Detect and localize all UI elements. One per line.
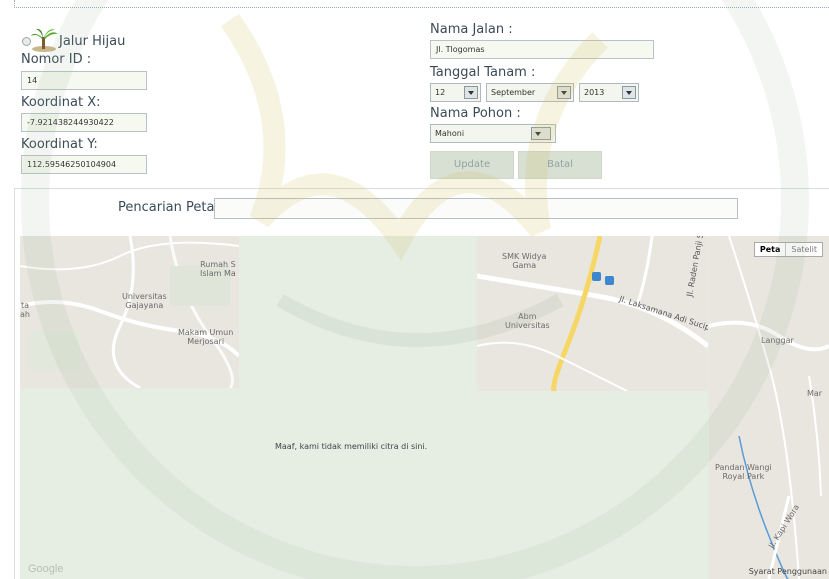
panel-border-left-lower	[14, 188, 15, 579]
place-label: Langgar	[761, 336, 794, 345]
panel-border-top	[14, 7, 829, 8]
tree-label: Nama Pohon :	[430, 106, 521, 121]
map-tile-center: SMK Widya Gama Abm Universitas Jl. Laksama…	[477, 236, 708, 391]
chevron-down-icon	[557, 86, 571, 99]
map-tile-left: ta ah Universitas Gajayana Rumah S Islam Ma…	[20, 236, 239, 388]
month-value: September	[491, 88, 536, 97]
place-label: SMK Widya Gama	[502, 252, 547, 270]
x-coordinate-field[interactable]: -7.921438244930422	[21, 113, 147, 132]
map-search-input[interactable]	[214, 198, 738, 219]
map-type-toggle[interactable]: Peta Satelit	[753, 242, 823, 257]
map-type-satelit[interactable]: Satelit	[786, 243, 822, 256]
year-select[interactable]: 2013	[579, 83, 639, 102]
map-type-peta[interactable]: Peta	[755, 243, 787, 256]
id-label: Nomor ID :	[21, 52, 92, 67]
x-coordinate-label: Koordinat X:	[21, 95, 101, 110]
tree-select[interactable]: Mahoni	[430, 124, 556, 143]
update-button[interactable]: Update	[430, 151, 514, 179]
tree-value: Mahoni	[435, 129, 465, 138]
id-field[interactable]: 14	[21, 71, 147, 90]
place-label: Rumah S Islam Ma	[200, 260, 236, 278]
terms-link[interactable]: Syarat Penggunaan	[749, 567, 827, 576]
y-coordinate-label: Koordinat Y:	[21, 137, 98, 152]
place-label: ta ah	[20, 301, 30, 319]
month-select[interactable]: September	[486, 83, 574, 102]
street-label: Nama Jalan :	[430, 22, 513, 37]
no-imagery-message: Maaf, kami tidak memiliki citra di sini.	[275, 442, 428, 451]
google-logo[interactable]: Google	[28, 563, 63, 575]
year-value: 2013	[584, 88, 605, 97]
place-label: Pandan Wangi Royal Park	[715, 463, 772, 481]
place-label: Mar	[807, 389, 823, 398]
day-value: 12	[435, 88, 446, 97]
map-tile-right: Langgar Mar Pandan Wangi Royal Park Jl. K…	[709, 236, 829, 579]
search-label: Pencarian Peta :	[118, 200, 223, 215]
layer-label: Jalur Hijau	[59, 34, 126, 49]
place-label: Abm Universitas	[505, 312, 550, 330]
date-label: Tanggal Tanam :	[430, 65, 536, 80]
chevron-down-icon	[464, 86, 478, 99]
chevron-down-icon	[531, 127, 551, 140]
y-coordinate-field[interactable]: 112.59546250104904	[21, 155, 147, 174]
cancel-button[interactable]: Batal	[518, 151, 602, 179]
day-select[interactable]: 12	[430, 83, 481, 102]
place-label: Makam Umun Merjosari	[178, 328, 234, 346]
map-view[interactable]: ta ah Universitas Gajayana Rumah S Islam Ma…	[20, 236, 829, 579]
place-label: Universitas Gajayana	[122, 292, 167, 310]
street-field[interactable]: Jl. Tlogomas	[430, 40, 654, 59]
chevron-down-icon	[622, 86, 636, 99]
section-divider	[14, 188, 829, 189]
tree-icon	[31, 28, 58, 52]
